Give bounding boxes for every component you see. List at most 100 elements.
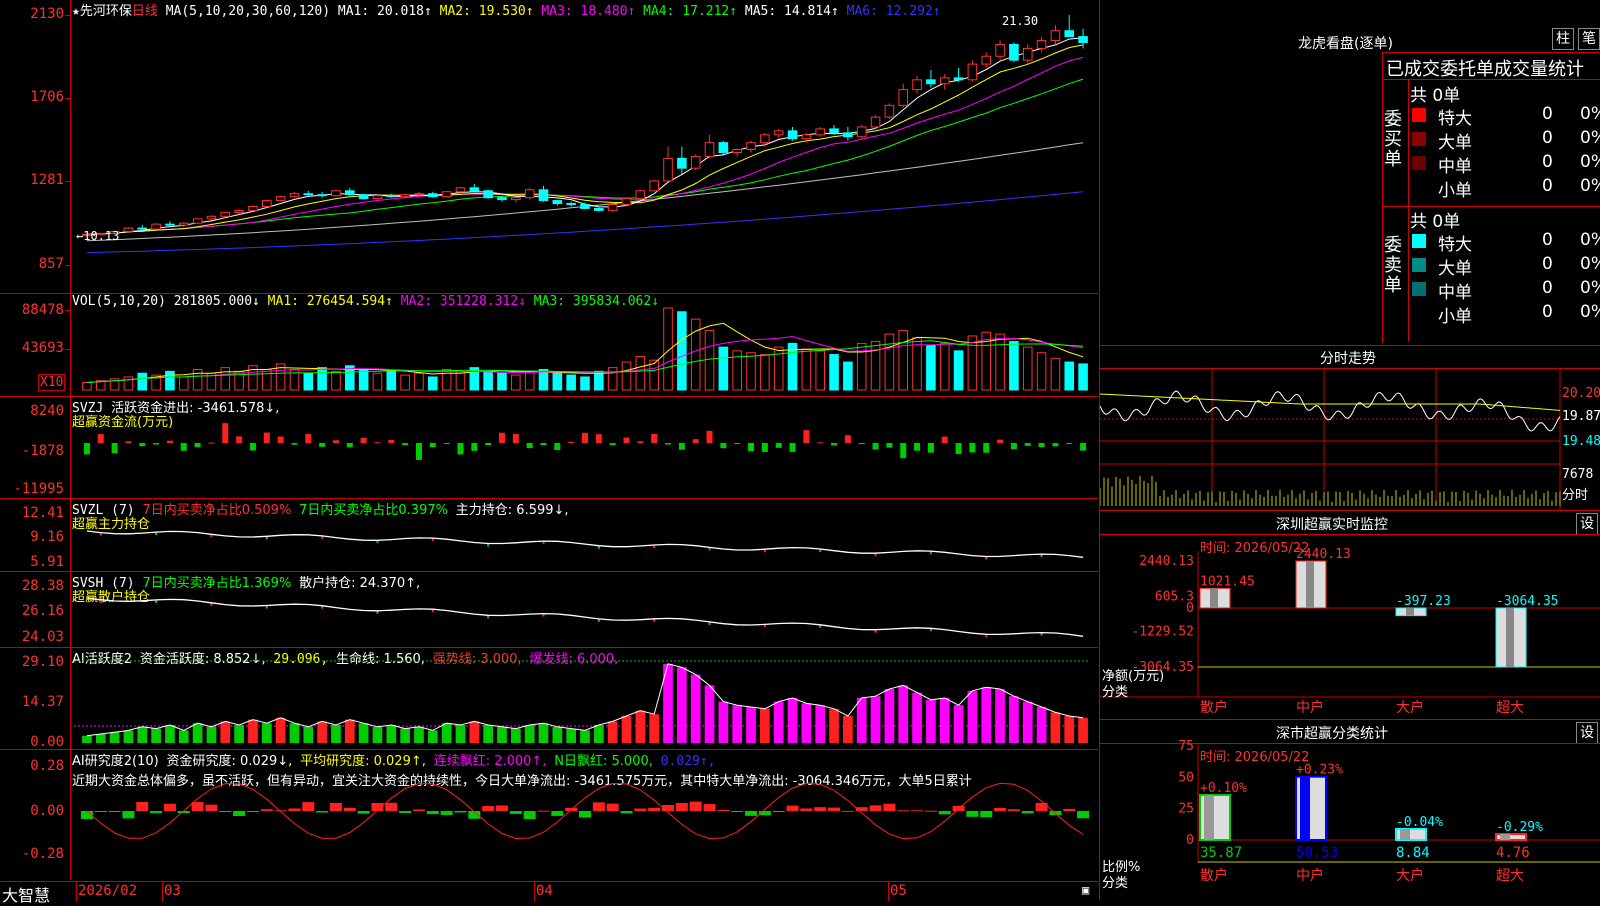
sell-total: 共 0单 bbox=[1410, 212, 1461, 232]
svsh-panel[interactable]: 28.38 26.16 24.03 SVSH (7) 7日内买卖净占比1.369… bbox=[0, 572, 1098, 648]
flow-bar bbox=[1066, 443, 1073, 444]
flow-bar bbox=[457, 443, 464, 455]
research-bar bbox=[620, 811, 633, 814]
research-bar bbox=[191, 802, 204, 811]
candle-body bbox=[939, 77, 950, 85]
research-bar bbox=[841, 810, 854, 812]
ai-activity-panel[interactable]: 29.10 14.37 0.00 AI活跃度2 资金活跃度: 8.852↓, 2… bbox=[0, 648, 1098, 750]
activity-bar bbox=[981, 687, 992, 743]
szm-bar-shade bbox=[1306, 561, 1314, 608]
low-price-value: 10.13 bbox=[83, 229, 120, 243]
bar-mode-button[interactable]: 柱 bbox=[1552, 28, 1574, 50]
candle-body bbox=[635, 190, 646, 200]
candle-body bbox=[787, 130, 798, 140]
activity-bar bbox=[317, 721, 327, 743]
flow-bar bbox=[872, 443, 879, 450]
szm-value: -3064.35 bbox=[1496, 594, 1559, 609]
research-bar bbox=[357, 811, 370, 814]
research-bar bbox=[606, 803, 619, 811]
pen-mode-button[interactable]: 笔 bbox=[1578, 28, 1600, 50]
svzl-chart bbox=[86, 530, 1084, 560]
candle-body bbox=[234, 209, 244, 213]
szc-change: +0.10% bbox=[1200, 781, 1247, 796]
activity-bar bbox=[303, 726, 314, 743]
activity-bar bbox=[566, 728, 577, 743]
research-bar bbox=[219, 811, 232, 812]
sz-monitor-chart: 2440.13605.30-1229.52-3064.351021.45散户24… bbox=[1100, 547, 1600, 716]
flow-bar bbox=[332, 440, 339, 443]
row-name: 小单 bbox=[1438, 307, 1472, 327]
volume-bar bbox=[704, 329, 715, 391]
flow-bar bbox=[568, 441, 575, 443]
candle-body bbox=[178, 222, 189, 226]
volume-bar bbox=[441, 369, 452, 391]
candle-body bbox=[967, 63, 978, 81]
intraday-panel[interactable]: 分时走势 20.20 19.87 19.48 7678 分时 bbox=[1100, 346, 1600, 510]
szc-tick: 25 bbox=[1178, 802, 1194, 817]
research-bar bbox=[579, 811, 591, 818]
ai-research-panel[interactable]: 0.28 0.00 -0.28 AI研究度2(10) 资金研究度: 0.029↓… bbox=[0, 750, 1098, 880]
sell-row: 特大 0 0% bbox=[1412, 230, 1600, 255]
date-separator bbox=[888, 882, 889, 901]
ma6-line bbox=[86, 191, 1084, 254]
sz-class-panel[interactable]: 深市超赢分类统计 设 时间: 2026/05/22 75 50 25 0 +0.10% 3… bbox=[1100, 720, 1600, 900]
volume-bar bbox=[829, 354, 839, 391]
candle-body bbox=[123, 227, 134, 232]
activity-bar bbox=[621, 716, 632, 743]
volume-chart bbox=[82, 307, 1088, 391]
candle-body bbox=[1036, 40, 1047, 49]
sz-class-xcaption: 分类 bbox=[1102, 876, 1129, 891]
lock-icon[interactable]: ▣ bbox=[1082, 883, 1089, 897]
candlestick-chart[interactable] bbox=[0, 0, 1098, 293]
row-name: 大单 bbox=[1438, 259, 1472, 279]
flow-bar bbox=[1010, 443, 1017, 450]
volume-panel[interactable]: 88478 43693 X10 VOL(5,10,20) 281805.000↓… bbox=[0, 294, 1098, 397]
candle-body bbox=[677, 157, 687, 169]
flow-bar bbox=[166, 440, 173, 443]
volume-bar bbox=[455, 370, 466, 391]
volume-bar bbox=[1022, 346, 1033, 391]
high-price-label: 21.30 bbox=[1002, 14, 1039, 28]
price-panel[interactable]: 2130 1706 1281 857 ★先河环保日线 MA(5,10,20,30… bbox=[0, 0, 1098, 294]
candle-body bbox=[483, 190, 493, 199]
szm-bar-shade bbox=[1406, 608, 1414, 616]
volume-bar bbox=[760, 354, 770, 391]
candle-body bbox=[137, 227, 148, 230]
buy-row: 特大 0 0% bbox=[1412, 104, 1600, 129]
flow-bar bbox=[955, 443, 962, 455]
research-bar bbox=[454, 811, 467, 813]
sz-monitor-panel[interactable]: 深圳超赢实时监控 设 时间: 2026/05/22 2440.13 605.3 0-… bbox=[1100, 511, 1600, 719]
research-bar bbox=[814, 807, 827, 811]
activity-bar bbox=[441, 723, 452, 743]
activity-bar bbox=[524, 725, 535, 743]
activity-bar bbox=[939, 698, 950, 743]
buy-side-label: 委买单 bbox=[1384, 109, 1402, 170]
row-pct: 0% bbox=[1580, 128, 1600, 148]
research-bar bbox=[94, 811, 107, 812]
szm-tick: 0 bbox=[1186, 601, 1194, 616]
intraday-tick: 19.87 bbox=[1562, 409, 1600, 424]
research-bar bbox=[122, 811, 135, 819]
activity-bar bbox=[455, 725, 466, 743]
activity-bar bbox=[82, 735, 92, 743]
flow-bar bbox=[775, 443, 782, 448]
activity-bar bbox=[289, 723, 300, 743]
svzl-panel[interactable]: 12.41 9.16 5.91 SVZL (7) 7日内买卖净占比0.509% … bbox=[0, 499, 1098, 572]
activity-bar bbox=[1009, 696, 1019, 743]
svzj-panel[interactable]: 8240 -1878 -11995 SVZJ 活跃资金进出: -3461.578… bbox=[0, 397, 1098, 499]
activity-bar bbox=[123, 730, 134, 743]
date-separator bbox=[162, 882, 163, 901]
flow-bar bbox=[526, 443, 533, 449]
flow-bar bbox=[305, 434, 312, 443]
brand-label[interactable]: 大智慧 bbox=[2, 882, 50, 906]
flow-bar bbox=[582, 432, 588, 443]
candle-body bbox=[926, 79, 936, 85]
activity-bar bbox=[1022, 701, 1033, 743]
flow-bar bbox=[858, 443, 865, 444]
research-bar bbox=[108, 811, 121, 812]
sell-row: 大单 0 0% bbox=[1412, 254, 1600, 279]
flow-bar bbox=[263, 432, 270, 443]
intraday-chart bbox=[1100, 368, 1561, 510]
row-count: 0 bbox=[1542, 128, 1553, 148]
activity-bar bbox=[386, 725, 397, 743]
